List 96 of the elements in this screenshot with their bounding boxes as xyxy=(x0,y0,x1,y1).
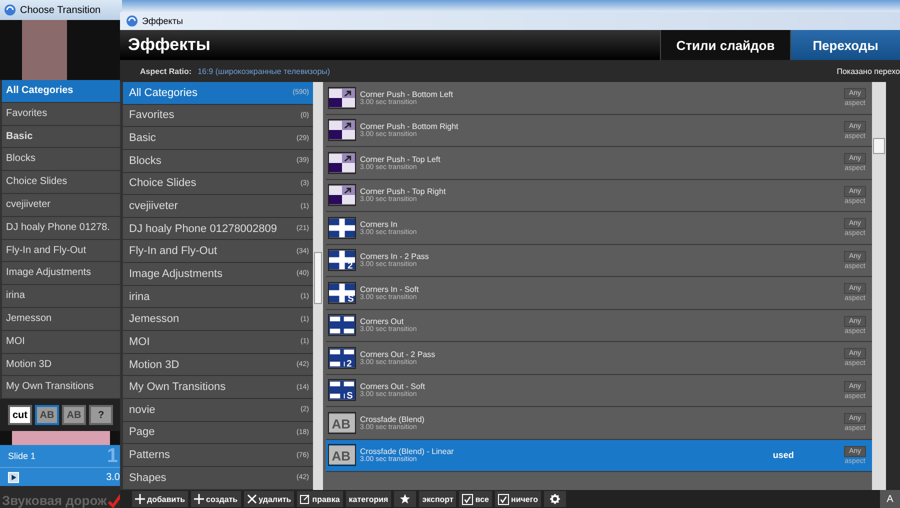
plus-icon xyxy=(135,494,145,504)
corner-push-icon xyxy=(328,152,356,174)
favorite-button[interactable] xyxy=(394,491,416,507)
settings-button[interactable] xyxy=(544,491,566,507)
corner-push-icon xyxy=(328,86,356,109)
aspect-ratio-label: Aspect Ratio: xyxy=(140,66,192,76)
add-button[interactable]: создать xyxy=(191,491,241,507)
slide-number: 1 xyxy=(106,444,118,468)
category-name: Page xyxy=(129,426,155,438)
category-name: irina xyxy=(129,290,150,303)
crossfade-icon: AB xyxy=(328,412,356,434)
corner-push-icon xyxy=(328,184,356,206)
checkbox[interactable]: ничего xyxy=(495,491,541,507)
category-name: Favorites xyxy=(129,109,174,122)
category-name: Shapes xyxy=(129,472,166,484)
shown-count-text: Показано перехо xyxy=(836,66,900,76)
add-button[interactable]: добавить xyxy=(132,491,188,507)
app-icon xyxy=(4,4,16,16)
category-item[interactable]: Favorites xyxy=(2,102,120,126)
transition-name: Crossfade (Blend) xyxy=(360,414,426,424)
toolbar-button[interactable]: экспорт xyxy=(419,491,456,507)
slide-duration: 3.0 xyxy=(106,472,120,483)
crossfade-icon: AB xyxy=(328,444,356,466)
corners-icon: 2 xyxy=(328,346,356,369)
category-item[interactable]: Motion 3D xyxy=(2,354,120,376)
corners-icon: S xyxy=(328,379,356,402)
category-name: All Categories xyxy=(129,86,198,99)
cross-icon xyxy=(246,494,257,504)
transition-name: Corner Push - Bottom Right xyxy=(360,122,460,132)
cross-icon xyxy=(328,216,356,239)
category-item[interactable]: Jemesson xyxy=(2,308,120,331)
category-item[interactable]: Fly-In and Fly-Out xyxy=(2,240,120,262)
category-name: cvejiiveter xyxy=(129,200,178,212)
category-name: Fly-In and Fly-Out xyxy=(129,245,218,258)
transition-name: Corners Out - 2 Pass xyxy=(360,350,436,359)
play-icon[interactable] xyxy=(8,472,19,483)
tab[interactable]: Стили слайдов xyxy=(660,30,790,60)
scrollbar[interactable] xyxy=(872,82,886,490)
edit-button[interactable]: правка xyxy=(297,491,343,507)
category-item[interactable]: irina xyxy=(2,285,120,308)
category-name: DJ hoaly Phone 01278002809 xyxy=(129,222,278,235)
transition-name: Corners Out - Soft xyxy=(360,382,426,392)
panel-heading: Эффекты xyxy=(128,35,210,55)
transition-name: Crossfade (Blend) - Linear xyxy=(360,447,455,456)
audio-track-label: Звуковая дорож xyxy=(2,493,107,508)
category-name: Patterns xyxy=(129,449,170,462)
category-item[interactable]: Blocks xyxy=(2,148,120,172)
transition-name: Corner Push - Top Left xyxy=(360,154,442,164)
transition-type-button[interactable]: AB xyxy=(62,405,86,426)
category-name: Blocks xyxy=(129,154,162,167)
category-item[interactable]: Choice Slides xyxy=(2,171,120,194)
category-name: novie xyxy=(129,404,156,416)
toolbar-button[interactable]: категория xyxy=(346,491,392,507)
transition-type-button[interactable]: cut xyxy=(8,405,32,426)
transition-type-button[interactable]: AB xyxy=(35,405,59,426)
transition-name: Corner Push - Bottom Left xyxy=(360,90,454,99)
edit-icon xyxy=(300,494,310,504)
category-item[interactable]: My Own Transitions xyxy=(2,376,120,400)
category-item[interactable]: DJ hoaly Phone 01278. xyxy=(2,216,120,240)
slide-card[interactable]: Slide 1 1 xyxy=(0,445,122,468)
checkbox[interactable]: все xyxy=(459,491,492,507)
slide-title: Slide 1 xyxy=(8,451,36,462)
corner-push-icon xyxy=(328,119,356,142)
category-name: Choice Slides xyxy=(129,177,196,190)
transition-name: Corner Push - Top Right xyxy=(360,187,447,196)
transition-name: Corners In - Soft xyxy=(360,284,420,294)
photo-placeholder xyxy=(22,20,67,80)
check-mark-icon xyxy=(108,494,122,508)
category-item[interactable]: MOI xyxy=(2,330,120,354)
gear-icon xyxy=(550,494,560,504)
category-name: Image Adjustments xyxy=(129,268,223,280)
category-item[interactable]: Basic xyxy=(2,126,120,148)
category-name: Jemesson xyxy=(129,313,180,326)
corners-icon xyxy=(328,314,356,336)
used-label: used xyxy=(772,450,794,460)
category-item[interactable]: Image Adjustments xyxy=(2,262,120,286)
category-item[interactable]: cvejiiveter xyxy=(2,194,120,217)
aspect-ratio-value[interactable]: 16:9 (широкоэкранные телевизоры) xyxy=(198,66,330,76)
delete-button[interactable]: удалить xyxy=(244,491,294,507)
plus-icon xyxy=(194,494,204,504)
category-item[interactable]: All Categories xyxy=(2,80,120,103)
category-name: Motion 3D xyxy=(129,358,180,370)
transition-name: Corners In xyxy=(360,220,398,229)
category-name: My Own Transitions xyxy=(129,381,226,394)
star-icon xyxy=(400,494,410,504)
transition-name: Corners Out xyxy=(360,317,404,326)
toolbar-button[interactable]: A xyxy=(880,490,900,508)
window-title: Choose Transition xyxy=(20,4,101,16)
app-icon xyxy=(126,15,138,27)
scrollbar[interactable] xyxy=(313,82,323,490)
tab[interactable]: Переходы xyxy=(790,30,900,60)
category-name: MOI xyxy=(129,336,150,348)
window-title: Эффекты xyxy=(142,16,183,26)
transition-type-button[interactable]: ? xyxy=(89,405,113,426)
category-name: Basic xyxy=(129,132,156,144)
transition-name: Corners In - 2 Pass xyxy=(360,252,430,262)
